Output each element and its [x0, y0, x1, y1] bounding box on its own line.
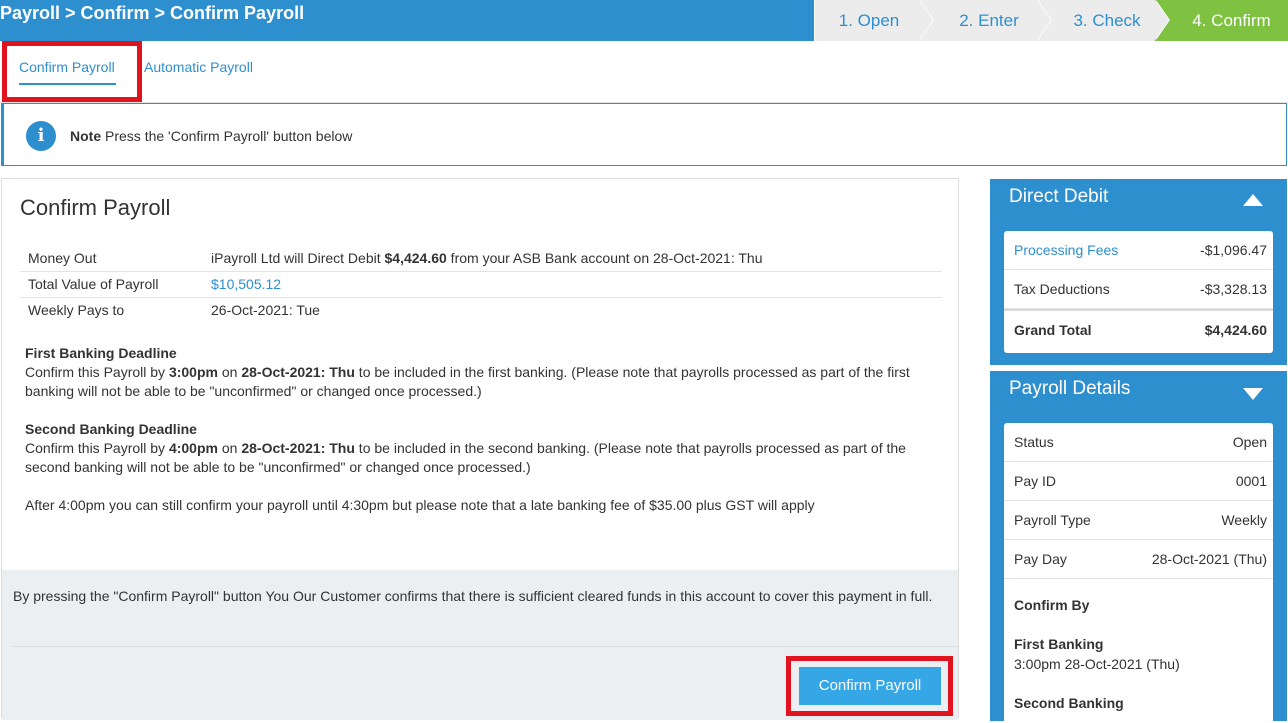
second-banking-label: Second Banking [1014, 695, 1124, 711]
step-confirm[interactable]: 4. Confirm [1155, 0, 1288, 41]
first-deadline-section: First Banking Deadline Confirm this Payr… [25, 345, 910, 399]
step-label: 3. Check [1073, 10, 1141, 30]
table-row: Total Value of Payroll $10,505.12 [20, 270, 942, 297]
confirm-by-section: Confirm By First Banking 3:00pm 28-Oct-2… [1004, 579, 1273, 713]
funds-confirmation-text: By pressing the "Confirm Payroll" button… [13, 588, 933, 604]
note-banner: i Note Press the 'Confirm Payroll' butto… [1, 103, 1287, 166]
note-label: Note [70, 128, 102, 144]
processing-fees-row: Processing Fees -$1,096.47 [1004, 231, 1273, 270]
status-row: Status Open [1004, 423, 1273, 462]
second-deadline-section: Second Banking Deadline Confirm this Pay… [25, 421, 906, 475]
tab-bar: Confirm Payroll Automatic Payroll [0, 41, 1288, 103]
collapse-icon[interactable] [1243, 194, 1263, 206]
tax-deductions-label: Tax Deductions [1014, 281, 1110, 297]
status-value: Open [1232, 434, 1267, 450]
second-deadline-title: Second Banking Deadline [25, 421, 197, 437]
pay-id-value: 0001 [1235, 473, 1267, 489]
direct-debit-body: Processing Fees -$1,096.47 Tax Deduction… [1004, 231, 1273, 353]
weekly-pays-label: Weekly Pays to [20, 296, 203, 323]
direct-debit-header[interactable]: Direct Debit [992, 181, 1285, 218]
step-progress: 1. Open 2. Enter 3. Check 4. Confirm [814, 0, 1288, 41]
payroll-details-panel: Payroll Details Status Open Pay ID 0001 … [990, 371, 1287, 723]
grand-total-label: Grand Total [1014, 322, 1092, 338]
confirm-payroll-panel: Confirm Payroll Money Out iPayroll Ltd w… [1, 178, 959, 720]
pay-day-label: Pay Day [1014, 551, 1067, 567]
total-value-link[interactable]: $10,505.12 [211, 276, 281, 292]
step-enter[interactable]: 2. Enter [919, 0, 1052, 41]
direct-debit-panel: Direct Debit Processing Fees -$1,096.47 … [990, 179, 1287, 365]
pay-id-label: Pay ID [1014, 473, 1057, 489]
divider [13, 646, 958, 647]
money-out-label: Money Out [28, 249, 97, 266]
tax-deductions-value: -$3,328.13 [1200, 281, 1267, 297]
breadcrumb: Payroll > Confirm > Confirm Payroll [0, 3, 305, 23]
status-label: Status [1014, 434, 1054, 450]
payroll-details-header[interactable]: Payroll Details [992, 373, 1285, 410]
weekly-pays-value: 26-Oct-2021: Tue [203, 296, 942, 323]
first-banking-label: First Banking [1014, 636, 1104, 652]
late-fee-note: After 4:00pm you can still confirm your … [25, 497, 815, 513]
table-row: Money Out iPayroll Ltd will Direct Debit… [20, 245, 942, 271]
confirm-by-heading: Confirm By [1014, 597, 1090, 613]
tab-label: Automatic Payroll [144, 59, 253, 75]
tab-automatic-payroll[interactable]: Automatic Payroll [144, 59, 253, 75]
payroll-details-body: Status Open Pay ID 0001 Payroll Type Wee… [1004, 423, 1273, 723]
money-out-amount: $4,424.60 [384, 249, 447, 266]
payroll-type-label: Payroll Type [1014, 512, 1091, 528]
tax-deductions-row: Tax Deductions -$3,328.13 [1004, 270, 1273, 309]
panel-title: Payroll Details [1009, 378, 1131, 399]
top-bar: Payroll > Confirm > Confirm Payroll 1. O… [0, 0, 1288, 41]
highlight-box-button [786, 656, 953, 716]
money-out-value: iPayroll Ltd will Direct Debit $4,424.60… [211, 249, 763, 266]
note-message: Press the 'Confirm Payroll' button below [105, 128, 353, 144]
table-row: Weekly Pays to 26-Oct-2021: Tue [20, 296, 942, 323]
pay-id-row: Pay ID 0001 [1004, 462, 1273, 501]
info-icon: i [26, 121, 56, 151]
first-deadline-title: First Banking Deadline [25, 345, 177, 361]
pay-day-value: 28-Oct-2021 (Thu) [1151, 551, 1267, 567]
total-value-cell: $10,505.12 [203, 270, 942, 297]
step-label: 1. Open [838, 10, 900, 30]
step-check[interactable]: 3. Check [1037, 0, 1170, 41]
grand-total-row: Grand Total $4,424.60 [1004, 309, 1273, 348]
first-banking-value: 3:00pm 28-Oct-2021 (Thu) [1014, 656, 1180, 672]
highlight-box-tab [2, 41, 142, 102]
processing-fees-link[interactable]: Processing Fees [1014, 242, 1118, 258]
payroll-type-value: Weekly [1221, 512, 1267, 528]
pay-day-row: Pay Day 28-Oct-2021 (Thu) [1004, 540, 1273, 579]
total-value-label: Total Value of Payroll [20, 270, 203, 297]
payroll-summary-table: Money Out iPayroll Ltd will Direct Debit… [20, 245, 942, 323]
step-label: 2. Enter [959, 10, 1019, 30]
processing-fees-value: -$1,096.47 [1200, 242, 1267, 258]
step-open[interactable]: 1. Open [814, 0, 934, 41]
panel-title: Direct Debit [1009, 186, 1109, 207]
page-title: Confirm Payroll [20, 195, 171, 220]
step-label: 4. Confirm [1192, 10, 1271, 30]
payroll-type-row: Payroll Type Weekly [1004, 501, 1273, 540]
grand-total-value: $4,424.60 [1204, 322, 1267, 338]
note-text: Note Press the 'Confirm Payroll' button … [70, 128, 352, 144]
expand-icon[interactable] [1243, 388, 1263, 400]
